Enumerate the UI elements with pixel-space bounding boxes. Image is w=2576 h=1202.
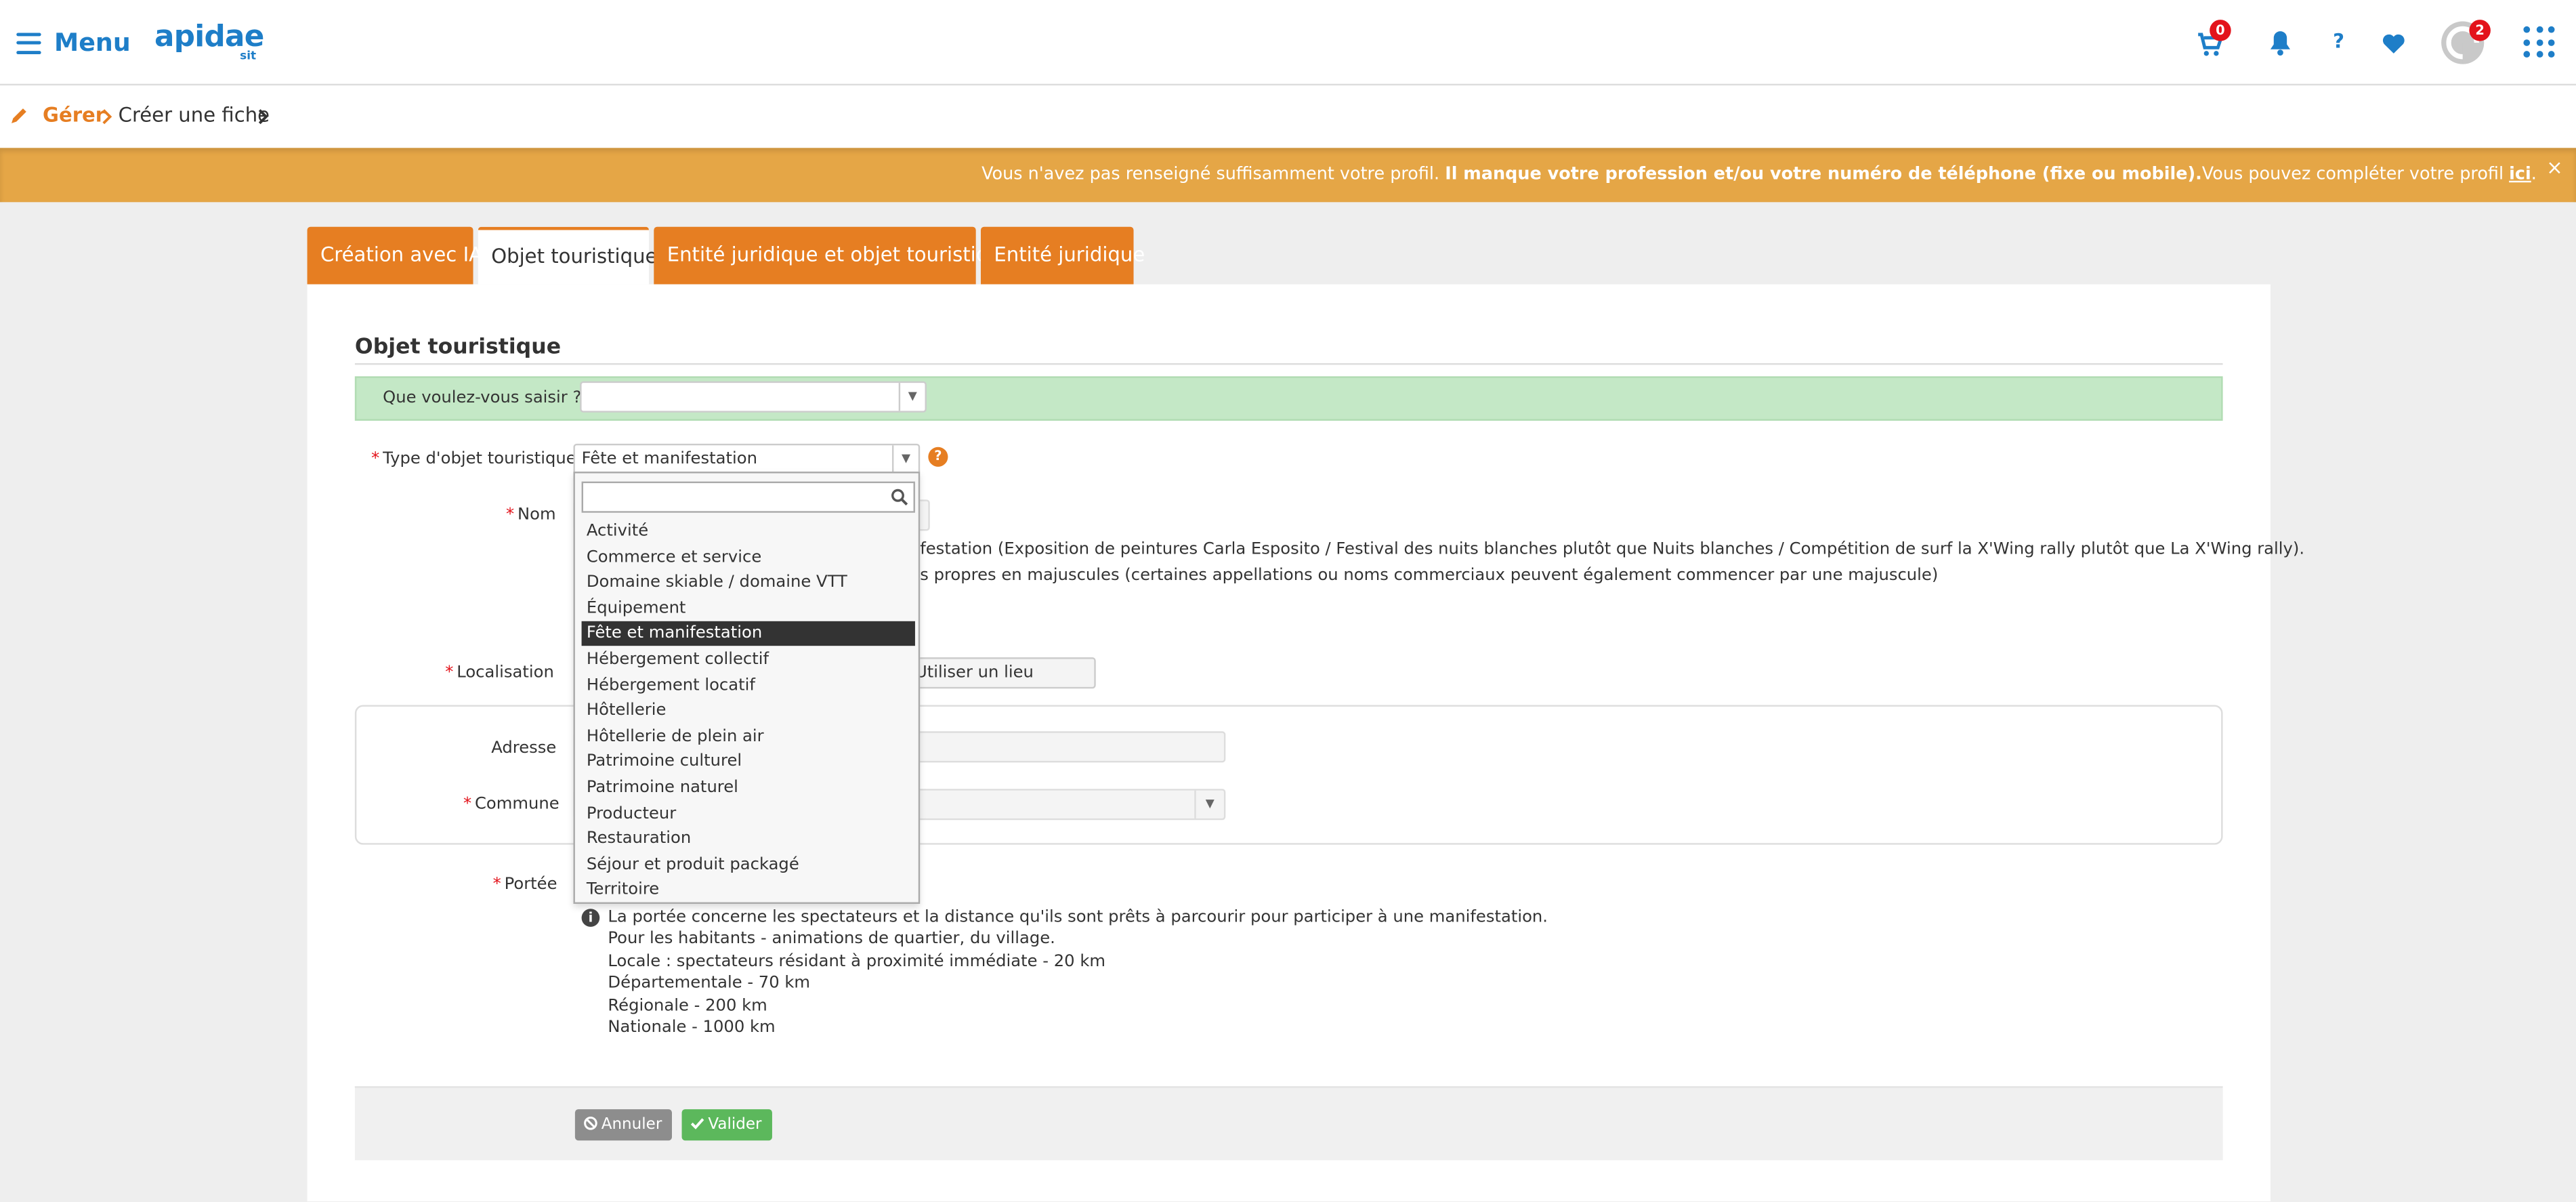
close-icon[interactable]: × [2546, 156, 2562, 179]
portee-help-line: Régionale - 200 km [608, 997, 767, 1015]
pencil-icon [11, 108, 26, 123]
chevron-right-icon [102, 109, 112, 125]
type-objet-select[interactable]: Fête et manifestation ▼ [573, 443, 921, 475]
complete-profile-link[interactable]: ici [2509, 165, 2531, 184]
logo-sub: sit [240, 49, 257, 63]
dropdown-option-selected[interactable]: Fête et manifestation [581, 621, 915, 647]
dropdown-option[interactable]: Patrimoine culturel [582, 750, 915, 774]
que-saisir-select[interactable]: ▼ [580, 381, 927, 413]
chevron-down-icon: ▼ [898, 383, 925, 411]
portee-help-line: Départementale - 70 km [608, 974, 811, 993]
info-icon: i [581, 909, 600, 927]
dropdown-option[interactable]: Patrimoine naturel [582, 776, 915, 800]
commune-label: * Commune [463, 795, 559, 814]
dropdown-option[interactable]: Commerce et service [582, 545, 915, 569]
section-divider [354, 363, 2223, 365]
apidae-logo[interactable]: apidae sit [154, 20, 264, 66]
dropdown-option[interactable]: Hôtellerie de plein air [582, 724, 915, 749]
portee-help-line: Nationale - 1000 km [608, 1018, 776, 1037]
dropdown-option[interactable]: Producteur [582, 802, 915, 826]
chevron-down-icon: ▼ [1194, 790, 1224, 818]
dropdown-option[interactable]: Hébergement collectif [582, 648, 915, 672]
breadcrumb: Gérer Créer une fiche [0, 85, 2576, 148]
warning-text-start: Vous n'avez pas renseigné suffisamment v… [981, 164, 1445, 184]
tab-entite-juridique-objet[interactable]: Entité juridique et objet touristique [654, 226, 1013, 285]
portee-label-text: Portée [504, 875, 557, 894]
breadcrumb-gerer[interactable]: Gérer [43, 104, 105, 127]
que-saisir-label: Que voulez-vous saisir ? [383, 389, 582, 408]
avatar-count-badge: 2 [2469, 20, 2491, 41]
search-icon [891, 489, 908, 505]
portee-label: * Portée [492, 875, 557, 894]
nom-label: * Nom [506, 506, 556, 524]
profile-warning-bar: Vous n'avez pas renseigné suffisamment v… [0, 148, 2576, 203]
warning-text-end: Vous pouvez compléter votre profil [2201, 164, 2510, 184]
hamburger-icon [16, 32, 41, 54]
chevron-down-icon: ▼ [891, 445, 919, 474]
portee-help: La portée concerne les spectateurs et la… [608, 907, 1548, 1039]
menu-label: Menu [54, 28, 131, 58]
warning-text-dot: . [2531, 164, 2537, 184]
check-icon [690, 1118, 704, 1130]
portee-help-line: La portée concerne les spectateurs et la… [608, 909, 1548, 927]
dropdown-option[interactable]: Séjour et produit packagé [582, 852, 915, 877]
dropdown-option[interactable]: Domaine skiable / domaine VTT [582, 571, 915, 595]
ban-icon [584, 1116, 597, 1130]
bell-icon [2270, 31, 2291, 56]
cancel-button[interactable]: Annuler [574, 1109, 672, 1141]
notifications-button[interactable] [2264, 26, 2297, 60]
breadcrumb-creer-fiche: Créer une fiche [118, 103, 270, 127]
adresse-label: Adresse [491, 739, 557, 758]
type-objet-value: Fête et manifestation [581, 450, 757, 469]
favorites-button[interactable] [2379, 26, 2412, 60]
validate-button[interactable]: Valider [681, 1109, 772, 1141]
tab-entite-juridique[interactable]: Entité juridique [980, 226, 1145, 285]
profile-warning-text: Vous n'avez pas renseigné suffisamment v… [981, 165, 2537, 184]
apps-grid-button[interactable] [2523, 26, 2555, 58]
help-icon[interactable]: ? [928, 447, 948, 467]
tab-creation-ia[interactable]: Création avec IA [307, 226, 482, 285]
warning-text-bold: Il manque votre profession et/ou votre n… [1445, 164, 2202, 184]
dropdown-option[interactable]: Hébergement locatif [582, 673, 915, 697]
type-objet-label: * Type d'objet touristique [371, 450, 576, 469]
dropdown-search-input[interactable] [581, 481, 915, 513]
cart-button[interactable]: 0 [2193, 20, 2231, 60]
commune-label-text: Commune [474, 795, 559, 814]
dropdown-option[interactable]: Équipement [582, 596, 915, 621]
cancel-label: Annuler [601, 1115, 662, 1134]
dropdown-option[interactable]: Restauration [582, 827, 915, 851]
type-objet-label-text: Type d'objet touristique [383, 450, 576, 469]
help-button[interactable]: ? [2325, 26, 2358, 60]
chevron-right-icon [258, 109, 268, 125]
nom-help-line-2: s propres en majuscules (certaines appel… [920, 566, 1939, 585]
heart-icon [2382, 34, 2405, 54]
dropdown-option[interactable]: Activité [582, 519, 915, 543]
localisation-label: * Localisation [445, 663, 554, 682]
localisation-label-text: Localisation [457, 663, 554, 682]
dropdown-option[interactable]: Hôtellerie [582, 699, 915, 723]
portee-help-line: Locale : spectateurs résidant à proximit… [608, 953, 1106, 971]
nom-help-line-1: festation (Exposition de peintures Carla… [920, 540, 2305, 559]
question-icon: ? [2333, 29, 2344, 53]
dropdown-option[interactable]: Territoire [582, 878, 915, 903]
validate-label: Valider [708, 1115, 762, 1134]
tab-objet-touristique[interactable]: Objet touristique [478, 226, 657, 285]
type-objet-dropdown: Activité Commerce et service Domaine ski… [573, 472, 921, 904]
menu-button[interactable]: Menu [16, 23, 131, 62]
portee-help-line: Pour les habitants - animations de quart… [608, 930, 1055, 949]
top-bar: Menu apidae sit 0 ? 2 [0, 0, 2576, 86]
apps-grid-icon [2523, 26, 2555, 58]
nom-label-text: Nom [518, 506, 556, 524]
section-title: Objet touristique [354, 335, 562, 360]
cart-count-badge: 0 [2210, 20, 2231, 41]
